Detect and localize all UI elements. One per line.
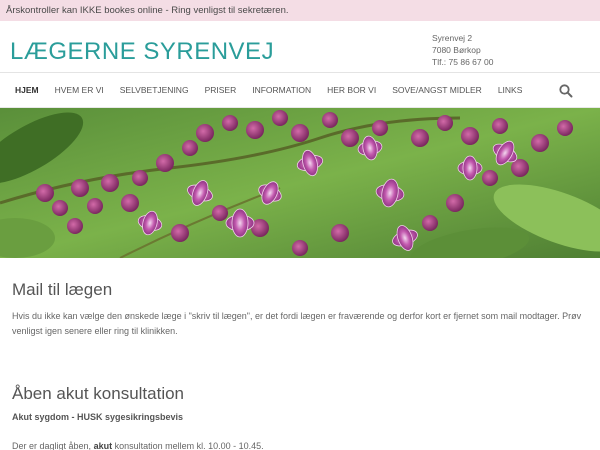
daily-bold: akut — [93, 441, 113, 450]
nav-item-selvbetjening[interactable]: SELVBETJENING — [112, 73, 197, 108]
nav-item-hjem[interactable]: HJEM — [0, 73, 47, 108]
nav-item-hvem-er-vi[interactable]: HVEM ER VI — [47, 73, 112, 108]
notice-bar: Årskontroller kan IKKE bookes online - R… — [0, 0, 600, 21]
nav-item-sove-angst-midler[interactable]: SOVE/ANGST MIDLER — [384, 73, 490, 108]
mail-heading: Mail til lægen — [12, 280, 113, 299]
nav-items: HJEM HVEM ER VI SELVBETJENING PRISER INF… — [0, 73, 530, 108]
mail-paragraph: Hvis du ikke kan vælge den ønskede læge … — [12, 311, 582, 336]
nav-item-links[interactable]: LINKS — [490, 73, 531, 108]
address-phone: Tlf.: 75 86 67 00 — [432, 57, 494, 67]
daily-hours-text: Der er dagligt åben, akut konsultation m… — [12, 441, 264, 450]
nav-item-information[interactable]: INFORMATION — [244, 73, 319, 108]
hero-banner-image — [0, 108, 600, 258]
address-city: 7080 Børkop — [432, 45, 481, 55]
site-header: LÆGERNE SYRENVEJ Syrenvej 2 7080 Børkop … — [0, 21, 600, 73]
site-logo[interactable]: LÆGERNE SYRENVEJ — [10, 38, 274, 66]
daily-suffix: konsultation mellem kl. 10.00 - 10.45. — [112, 441, 264, 450]
main-nav: HJEM HVEM ER VI SELVBETJENING PRISER INF… — [0, 73, 600, 108]
notice-text: Årskontroller kan IKKE bookes online - R… — [6, 5, 289, 16]
address-street: Syrenvej 2 — [432, 33, 473, 43]
daily-prefix: Der er dagligt åben, — [12, 441, 94, 450]
nav-item-priser[interactable]: PRISER — [197, 73, 245, 108]
akut-heading: Åben akut konsultation — [12, 384, 185, 403]
akut-bold-text: Akut sygdom - HUSK sygesikringsbevis — [12, 412, 184, 422]
search-icon[interactable] — [558, 83, 574, 99]
nav-item-her-bor-vi[interactable]: HER BOR VI — [319, 73, 384, 108]
clinic-address: Syrenvej 2 7080 Børkop Tlf.: 75 86 67 00 — [432, 32, 493, 68]
